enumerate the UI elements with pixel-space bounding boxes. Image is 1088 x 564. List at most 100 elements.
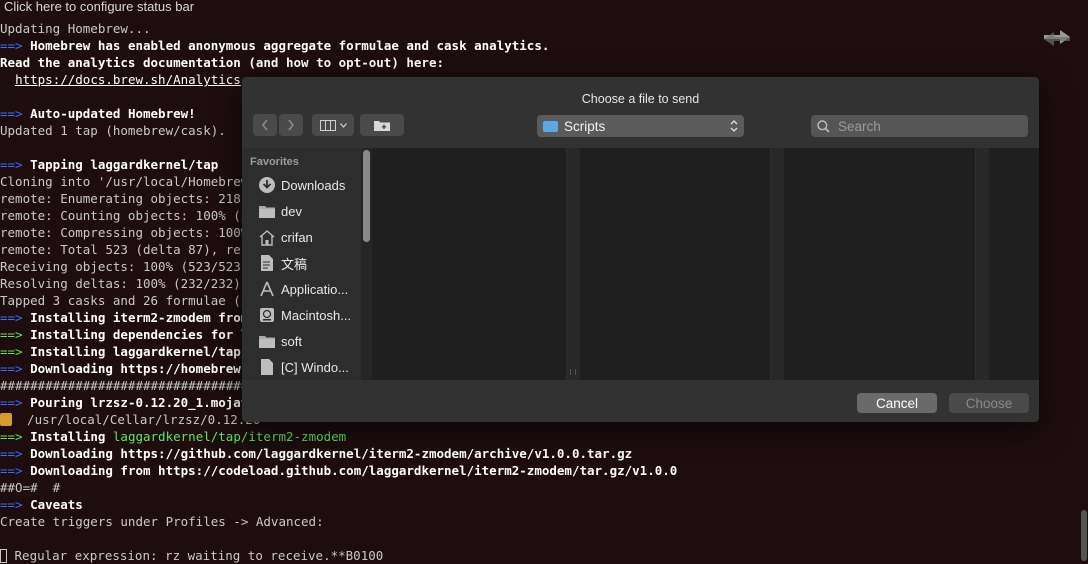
sidebar-item-label: [C] Windo... <box>281 359 349 375</box>
chevron-left-icon <box>261 119 268 131</box>
beer-mug-icon <box>0 413 12 426</box>
view-mode-button[interactable] <box>312 114 354 136</box>
sidebar-item-label: dev <box>281 203 302 219</box>
terminal-text: Cloning into '/usr/local/Homebrew/ <box>0 174 256 189</box>
terminal-text: Read the analytics documentation (and ho… <box>0 55 445 70</box>
folder-icon <box>543 120 558 132</box>
chevron-down-icon <box>339 122 347 128</box>
terminal-line: ==> Homebrew has enabled anonymous aggre… <box>0 37 1088 54</box>
terminal-text: ==> <box>0 327 31 342</box>
search-input[interactable] <box>836 117 1020 135</box>
document-icon <box>258 358 276 376</box>
columns-view-icon <box>319 119 336 131</box>
terminal-text: remote: Enumerating objects: 218, <box>0 191 256 206</box>
back-button[interactable] <box>253 114 277 136</box>
sidebar-item-8[interactable]: [C] Windo... <box>242 354 362 380</box>
column-divider[interactable] <box>975 148 989 380</box>
terminal-text: remote: Counting objects: 100% (21 <box>0 208 256 223</box>
download-icon <box>258 176 276 194</box>
terminal-text: ==> <box>0 157 31 172</box>
terminal-text: ################################## <box>0 378 256 393</box>
terminal-text: Downloading https://homebrew.b <box>30 361 256 376</box>
terminal-text: ==> <box>0 395 31 410</box>
terminal-text: ==> <box>0 446 31 461</box>
terminal-text: /usr/local/Cellar/lrzsz/0.12.20 <box>12 412 261 427</box>
terminal-text: ==> <box>0 38 31 53</box>
file-column-1[interactable] <box>372 148 566 380</box>
terminal-text: laggardkernel/tap/iterm2-zmodem <box>112 429 347 444</box>
sidebar-item-2[interactable]: dev <box>242 198 362 224</box>
file-column-4[interactable] <box>989 148 1039 380</box>
choose-button[interactable]: Choose <box>949 393 1029 413</box>
chevron-right-icon <box>288 119 295 131</box>
terminal-text: remote: Total 523 (delta 87), reus <box>0 242 256 257</box>
column-divider[interactable] <box>566 148 580 380</box>
terminal-line: Regular expression: rz waiting to receiv… <box>0 547 1088 564</box>
disk-icon <box>258 306 276 324</box>
terminal-text: Updating Homebrew... <box>0 21 151 36</box>
swap-arrows-icon[interactable] <box>1040 26 1074 50</box>
location-popup[interactable]: Scripts <box>537 115 744 137</box>
new-folder-button[interactable] <box>360 114 404 136</box>
folder-icon <box>258 202 276 220</box>
search-icon <box>817 119 830 133</box>
terminal-text: Auto-updated Homebrew! <box>30 106 196 121</box>
terminal-text: Receiving objects: 100% (523/523), <box>0 259 256 274</box>
home-icon <box>258 228 276 246</box>
terminal-text: ==> <box>0 463 31 478</box>
terminal-text: ==> <box>0 344 31 359</box>
terminal-text: Homebrew has enabled anonymous aggregate… <box>30 38 550 53</box>
terminal-line: ==> Caveats <box>0 496 1088 513</box>
sidebar-item-1[interactable]: Downloads <box>242 172 362 198</box>
file-browser: Favorites Downloads dev crifan 文稿 Applicatio… <box>242 148 1039 380</box>
sidebar-item-3[interactable]: crifan <box>242 224 362 250</box>
terminal-line: ==> Downloading from https://codeload.gi… <box>0 462 1088 479</box>
sidebar-item-label: Applicatio... <box>281 281 349 297</box>
file-column-2[interactable] <box>580 148 770 380</box>
folder-icon <box>258 332 276 350</box>
terminal-line: Read the analytics documentation (and ho… <box>0 54 1088 71</box>
file-column-3[interactable] <box>784 148 975 380</box>
forward-button[interactable] <box>279 114 303 136</box>
terminal-text: ==> <box>0 429 31 444</box>
terminal-line: ==> Installing laggardkernel/tap/iterm2-… <box>0 428 1088 445</box>
terminal-text: remote: Compressing objects: 100% <box>0 225 256 240</box>
column-resize-handle[interactable] <box>570 369 576 375</box>
terminal-text: ##O=# # <box>0 480 61 495</box>
terminal-text: Installing <box>30 429 113 444</box>
sidebar-item-4[interactable]: 文稿 <box>242 250 362 276</box>
terminal-text[interactable]: https://docs.brew.sh/Analytics <box>15 72 241 87</box>
dialog-title: Choose a file to send <box>581 92 700 106</box>
terminal-text: Installing iterm2-zmodem from <box>30 310 256 325</box>
terminal-text: Tapped 3 casks and 26 formulae (55 <box>0 293 256 308</box>
terminal-text: ==> <box>0 310 31 325</box>
sidebar-item-label: 文稿 <box>281 256 308 272</box>
sidebar-item-label: crifan <box>281 229 313 245</box>
terminal-scrollbar[interactable] <box>1081 510 1087 561</box>
sidebar-item-6[interactable]: Macintosh... <box>242 302 362 328</box>
terminal-text: Updated 1 tap (homebrew/cask). <box>0 123 226 138</box>
terminal-text: Resolving deltas: 100% (232/232), <box>0 276 256 291</box>
terminal-text: Downloading https://github.com/laggardke… <box>30 446 633 461</box>
column-divider[interactable] <box>770 148 784 380</box>
terminal-line: ==> Downloading https://github.com/lagga… <box>0 445 1088 462</box>
sidebar-item-label: Macintosh... <box>281 307 352 323</box>
new-folder-icon <box>374 120 390 131</box>
terminal-text: Pouring lrzsz-0.12.20_1.mojave <box>30 395 256 410</box>
terminal-text: Tapping laggardkernel/tap <box>30 157 219 172</box>
terminal-text: ==> <box>0 361 31 376</box>
sidebar-item-label: Downloads <box>281 177 346 193</box>
sidebar-item-7[interactable]: soft <box>242 328 362 354</box>
terminal-text: ==> <box>0 106 31 121</box>
search-field[interactable] <box>811 115 1028 137</box>
cancel-button[interactable]: Cancel <box>857 393 937 413</box>
sidebar-scrollbar[interactable] <box>363 150 370 242</box>
sidebar-item-label: soft <box>281 333 302 349</box>
status-bar-config[interactable]: Click here to configure status bar <box>0 0 1088 14</box>
sidebar-heading: Favorites <box>250 156 299 168</box>
sidebar-item-5[interactable]: Applicatio... <box>242 276 362 302</box>
location-label: Scripts <box>564 118 606 134</box>
applications-icon <box>258 280 276 298</box>
